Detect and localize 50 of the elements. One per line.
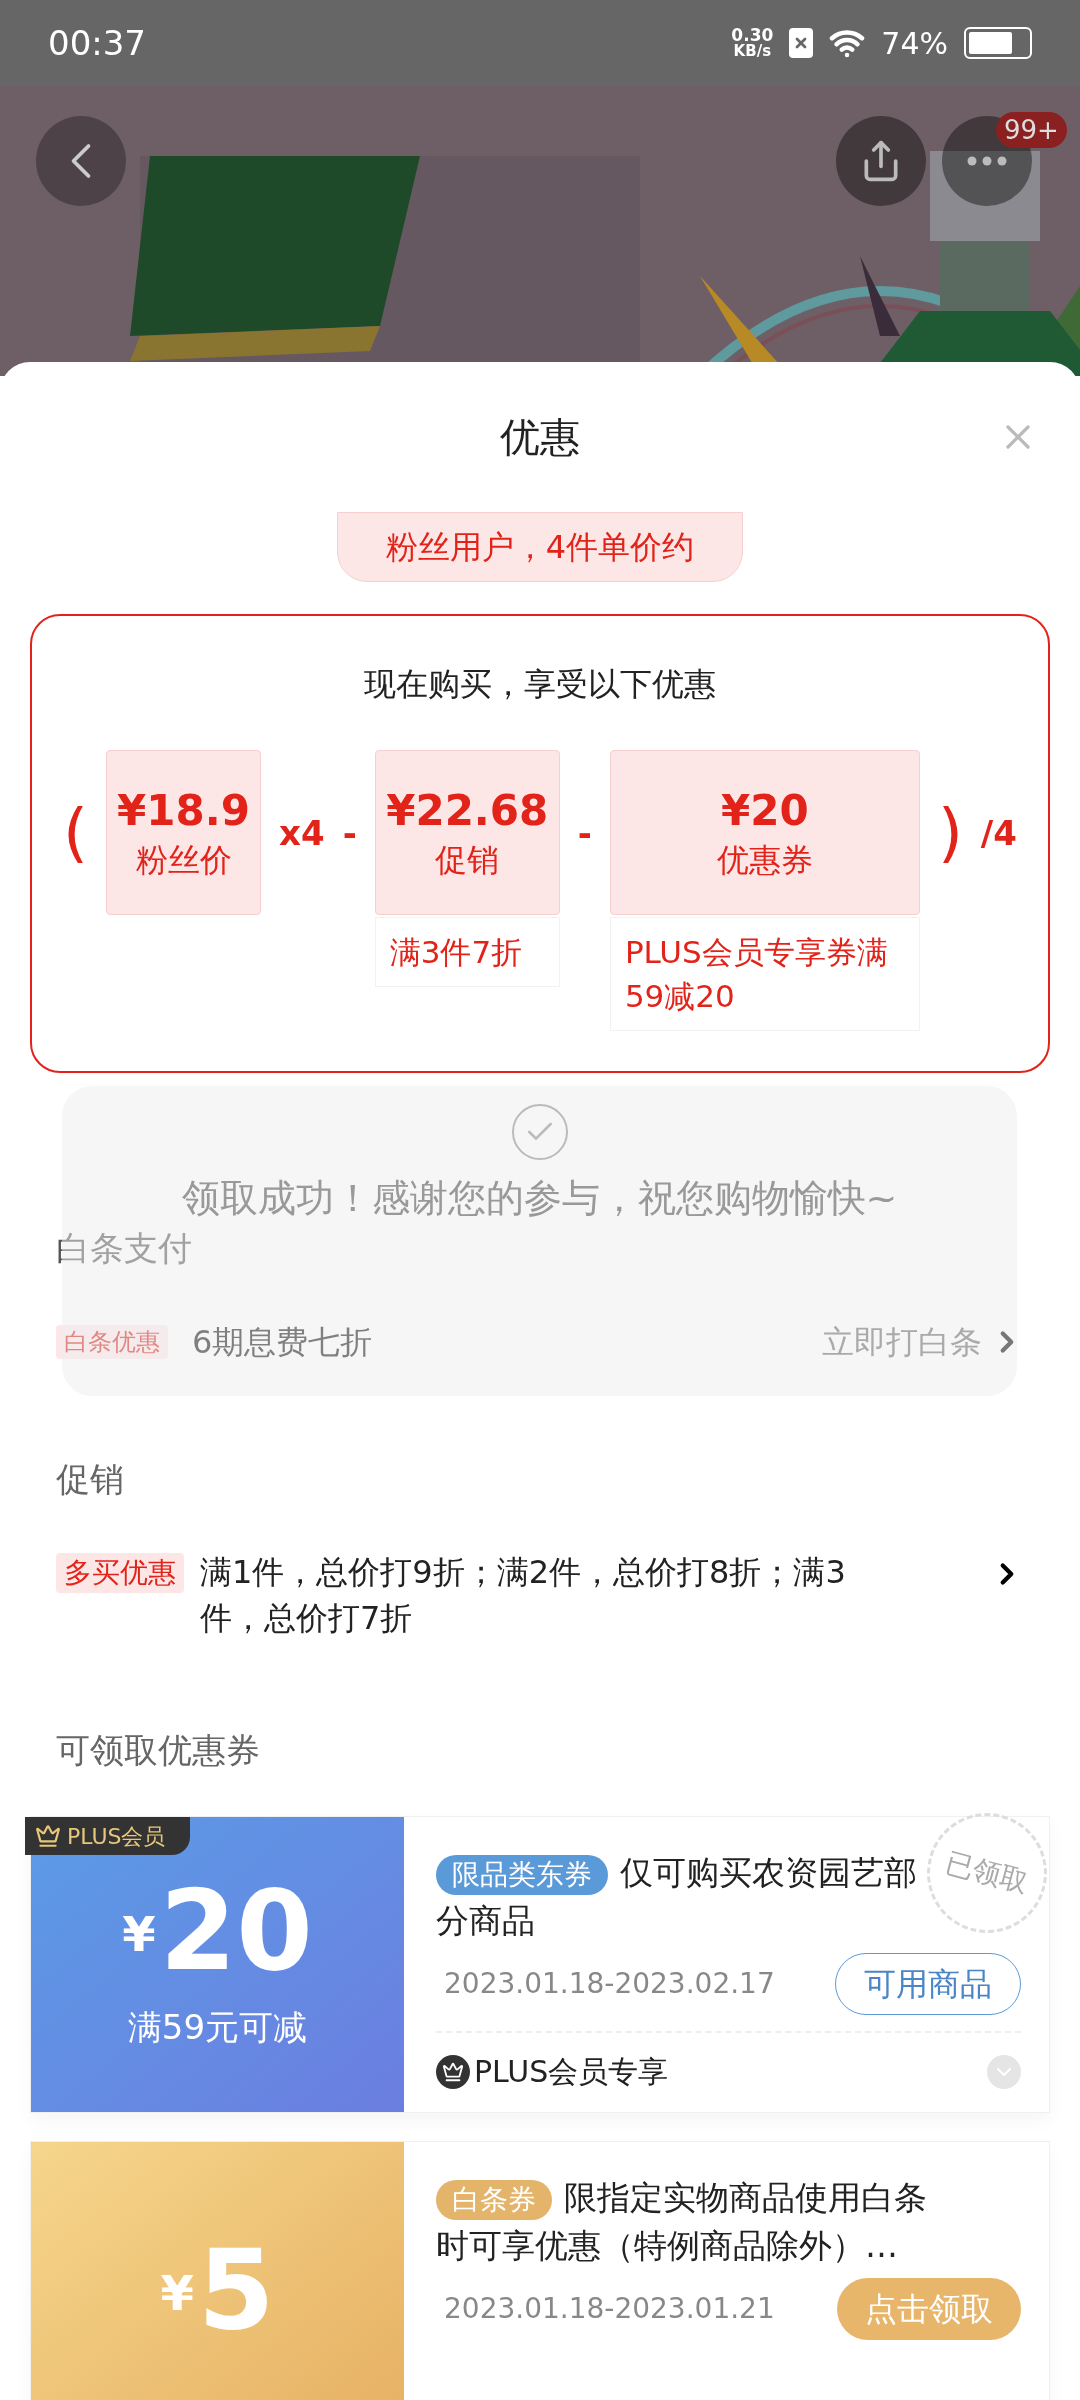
claim-button[interactable]: 点击领取 [837, 2278, 1021, 2340]
toast-message: 领取成功！感谢您的参与，祝您购物愉快~ [180, 1175, 899, 1222]
term-amount: ¥22.68 [386, 789, 549, 832]
parenthesis: ) [937, 800, 963, 865]
term-amount: ¥20 [721, 789, 809, 832]
coupon-tag: 白条券 [436, 2180, 552, 2220]
term-amount: ¥18.9 [117, 789, 250, 832]
term-label: 促销 [435, 843, 500, 876]
coupon-amount: 5 [197, 2234, 275, 2345]
member-badge-label: PLUS会员 [67, 1822, 166, 1851]
coupon-condition: 满59元可减 [127, 2006, 308, 2049]
notification-badge: 99+ [996, 112, 1067, 148]
baitiao-link[interactable]: 立即打白条 [822, 1318, 982, 1366]
term-note: PLUS会员专享券满59减20 [609, 917, 920, 1031]
parenthesis: ( [63, 800, 89, 865]
crown-icon [436, 2054, 470, 2089]
price-tip: 粉丝用户，4件单价约 [336, 512, 744, 582]
battery-percent: 74% [881, 24, 948, 63]
validity-dates: 2023.01.18-2023.02.17 [443, 1966, 775, 2002]
promotion-tag: 多买优惠 [56, 1553, 184, 1593]
currency-sign: ¥ [160, 2263, 194, 2323]
coupon-tag: 限品类东券 [436, 1855, 608, 1895]
status-time: 00:37 [48, 21, 146, 65]
validity-dates: 2023.01.18-2023.01.21 [443, 2291, 775, 2327]
operator: /4 [980, 815, 1017, 850]
breakdown-heading: 现在购买，享受以下优惠 [364, 664, 716, 705]
baitiao-offer: 6期息费七折 [192, 1322, 373, 1363]
sheet-title: 优惠 [500, 413, 580, 462]
promotion-rules: 满1件，总价打9折；满2件，总价打8折；满3件，总价打7折 [200, 1552, 847, 1639]
term-label: 优惠券 [716, 843, 813, 876]
operator: x4 [279, 815, 325, 850]
term-label: 粉丝价 [135, 843, 232, 876]
more-icon [967, 156, 1007, 166]
coupon-footer: PLUS会员专享 [474, 2049, 669, 2094]
currency-sign: ¥ [122, 1905, 156, 1964]
section-title: 白条支付 [56, 1227, 193, 1270]
section-title: 可领取优惠券 [56, 1729, 261, 1772]
crown-icon [33, 1823, 63, 1849]
term-note: 满3件7折 [374, 917, 560, 987]
coupon-amount: 20 [159, 1876, 313, 1986]
network-speed: 0.30 [731, 27, 774, 44]
coupon-description: 白条券 限指定实物商品使用白条时可享优惠（特例商品除外）… [436, 2177, 928, 2267]
sim-icon [789, 28, 814, 58]
network-speed-unit: KB/s [733, 44, 772, 59]
check-icon [511, 1104, 568, 1160]
operator: - [342, 815, 357, 850]
section-title: 促销 [56, 1458, 125, 1501]
operator: - [577, 815, 592, 850]
baitiao-tag: 白条优惠 [56, 1325, 168, 1359]
battery-icon [964, 27, 1032, 59]
